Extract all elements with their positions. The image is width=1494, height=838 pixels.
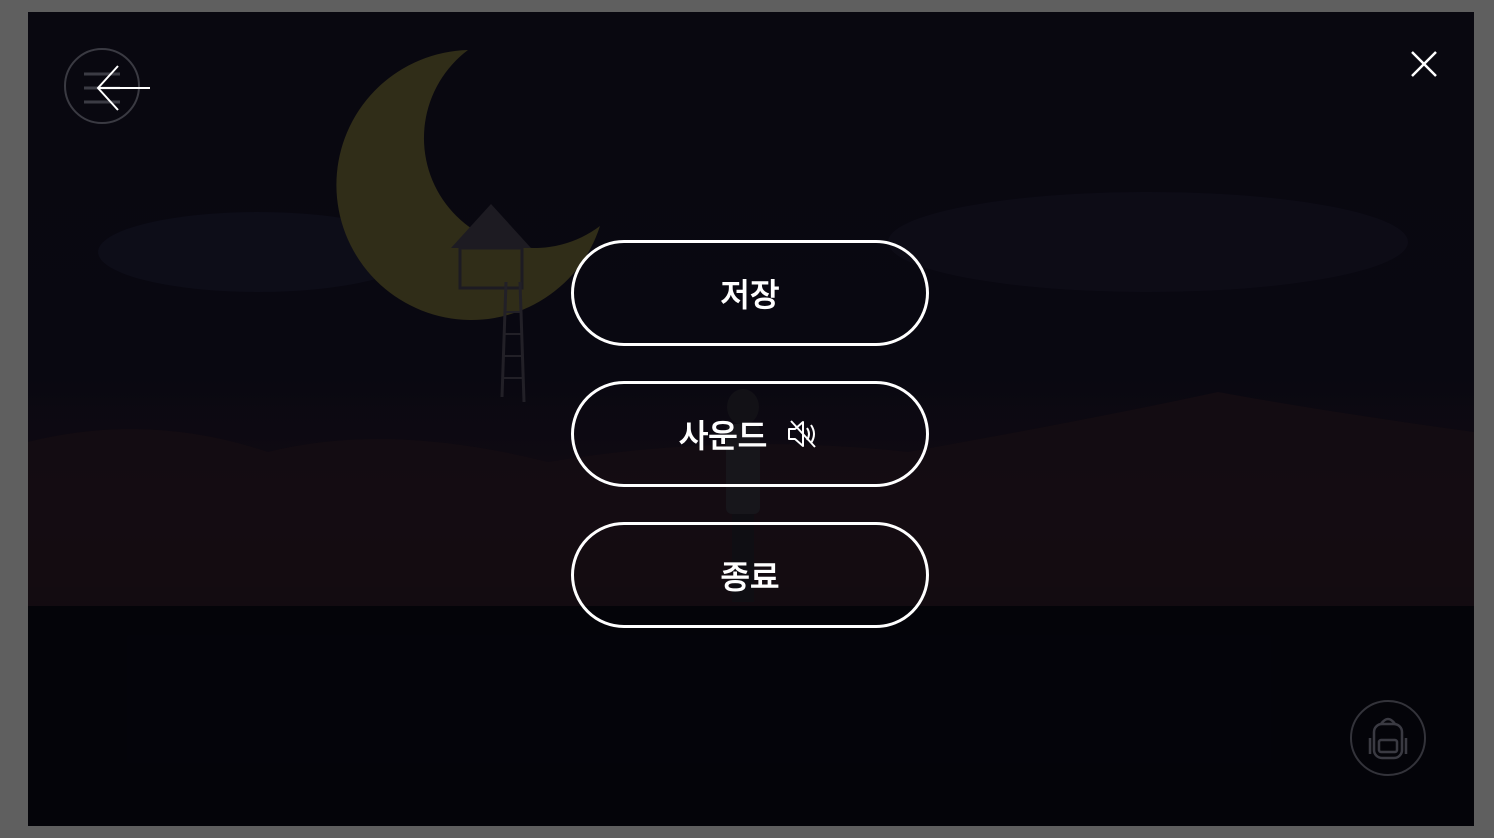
close-button[interactable] bbox=[1408, 48, 1440, 80]
quit-button[interactable]: 종료 bbox=[571, 522, 929, 628]
sound-button-label: 사운드 bbox=[678, 417, 768, 455]
save-button-label: 저장 bbox=[720, 276, 780, 314]
inventory-button[interactable] bbox=[1350, 700, 1426, 776]
close-icon bbox=[1411, 51, 1437, 77]
back-button[interactable] bbox=[64, 48, 150, 124]
backpack-icon bbox=[1368, 717, 1408, 760]
save-button[interactable]: 저장 bbox=[571, 240, 929, 346]
game-screen: 저장 사운드 종료 bbox=[28, 12, 1474, 826]
quit-button-label: 종료 bbox=[720, 558, 780, 596]
speaker-muted-icon bbox=[785, 416, 821, 452]
back-arrow-icon bbox=[96, 65, 150, 111]
sound-toggle-button[interactable]: 사운드 bbox=[571, 381, 929, 487]
